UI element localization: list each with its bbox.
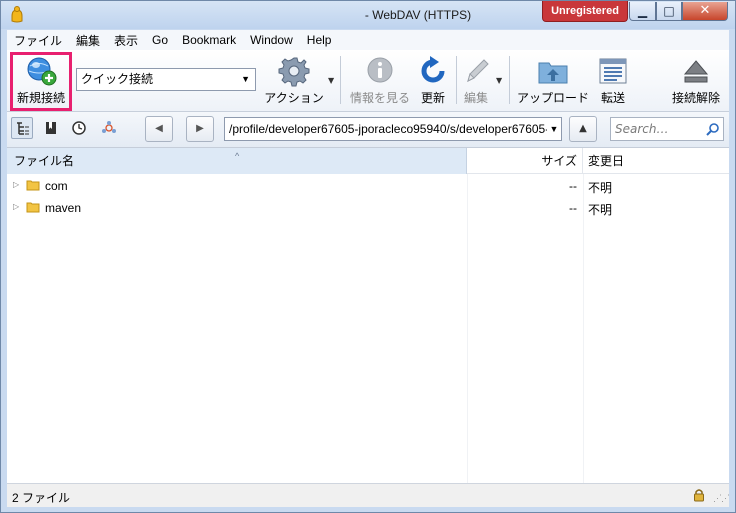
- sort-ascending-icon: ^: [235, 151, 240, 161]
- column-header-row: ^ ファイル名 サイズ 変更日: [7, 148, 729, 174]
- menu-file[interactable]: ファイル: [7, 32, 69, 49]
- column-header-size[interactable]: サイズ: [467, 148, 583, 174]
- search-input[interactable]: Search…: [610, 117, 724, 141]
- transfer-list-icon: [599, 58, 627, 84]
- file-row[interactable]: ▷ com -- 不明: [7, 175, 729, 197]
- gear-icon: [278, 57, 310, 87]
- toolbar: 新規接続 クイック接続 ▼ アクション ▼ 情報を見る 更新 編集 ▼ アップロ…: [7, 50, 729, 112]
- bonjour-icon: [102, 121, 116, 133]
- file-modified: 不明: [588, 181, 613, 195]
- upload-label: アップロード: [516, 91, 589, 105]
- file-row[interactable]: ▷ maven -- 不明: [7, 197, 729, 219]
- pencil-icon: [467, 59, 489, 82]
- file-name: com: [45, 179, 68, 193]
- action-dropdown-icon[interactable]: ▼: [328, 76, 334, 85]
- unregistered-badge[interactable]: Unregistered: [542, 1, 628, 22]
- minimize-button[interactable]: ▁: [629, 2, 656, 21]
- close-button[interactable]: ✕: [682, 2, 728, 21]
- upload-folder-icon: [538, 62, 568, 84]
- history-button[interactable]: [68, 117, 90, 139]
- menu-bar: ファイル 編集 表示 Go Bookmark Window Help: [7, 30, 729, 50]
- browser-view-button[interactable]: [11, 117, 33, 139]
- refresh-icon: [421, 56, 445, 83]
- resize-grip-icon[interactable]: ⋰⋰: [713, 493, 730, 504]
- clock-icon: [72, 121, 86, 135]
- forward-button[interactable]: ▶: [186, 116, 214, 142]
- file-modified: 不明: [588, 203, 613, 217]
- close-icon: ✕: [699, 3, 711, 18]
- edit-label: 編集: [463, 91, 488, 105]
- menu-go[interactable]: Go: [145, 33, 175, 47]
- column-header-name[interactable]: ^ ファイル名: [7, 148, 467, 174]
- toolbar-separator: [340, 56, 341, 104]
- status-bar: 2 ファイル ⋰⋰: [7, 483, 730, 507]
- column-divider: [583, 174, 584, 483]
- refresh-button[interactable]: 更新: [413, 50, 453, 110]
- expand-icon[interactable]: ▷: [13, 180, 19, 189]
- bookmark-icon: [46, 122, 56, 134]
- status-text: 2 ファイル: [12, 491, 71, 505]
- back-button[interactable]: ◀: [145, 116, 173, 142]
- menu-view[interactable]: 表示: [107, 32, 145, 49]
- chevron-down-icon: ▼: [241, 74, 250, 84]
- transfer-button[interactable]: 転送: [593, 50, 633, 110]
- eject-icon: [683, 60, 709, 83]
- toolbar-separator: [509, 56, 510, 104]
- tree-view-icon: [17, 122, 29, 135]
- navigation-bar: ◀ ▶ /profile/developer67605-jporacleco95…: [7, 112, 729, 148]
- arrow-up-icon: ▲: [579, 123, 587, 134]
- folder-icon: [26, 202, 40, 213]
- arrow-left-icon: ◀: [155, 123, 163, 134]
- upload-button[interactable]: アップロード: [514, 50, 592, 110]
- maximize-button[interactable]: □: [656, 2, 682, 21]
- maximize-icon: □: [663, 4, 675, 18]
- menu-window[interactable]: Window: [243, 33, 300, 47]
- info-icon: [367, 57, 393, 83]
- quick-connect-dropdown[interactable]: クイック接続 ▼: [76, 68, 256, 91]
- parent-directory-button[interactable]: ▲: [569, 116, 597, 142]
- minimize-icon: ▁: [637, 4, 648, 18]
- info-button[interactable]: 情報を見る: [344, 50, 416, 110]
- disconnect-label: 接続解除: [671, 91, 720, 105]
- app-window: - WebDAV (HTTPS) Unregistered ▁ □ ✕ ファイル…: [0, 0, 736, 513]
- action-button[interactable]: アクション: [259, 50, 329, 110]
- menu-edit[interactable]: 編集: [69, 32, 107, 49]
- path-dropdown[interactable]: /profile/developer67605-jporacleco95940/…: [224, 117, 562, 141]
- file-name: maven: [45, 201, 82, 215]
- edit-button[interactable]: 編集: [456, 50, 496, 110]
- folder-icon: [26, 180, 40, 191]
- chevron-down-icon: ▼: [547, 118, 561, 140]
- arrow-right-icon: ▶: [196, 123, 204, 134]
- menu-bookmark[interactable]: Bookmark: [175, 33, 243, 47]
- lock-icon: [694, 489, 704, 502]
- column-divider: [467, 174, 468, 483]
- edit-dropdown-icon[interactable]: ▼: [496, 76, 502, 85]
- new-connection-highlight: [10, 52, 72, 111]
- disconnect-button[interactable]: 接続解除: [669, 50, 723, 110]
- info-label: 情報を見る: [349, 91, 410, 105]
- bonjour-button[interactable]: [98, 117, 120, 139]
- transfer-label: 転送: [600, 91, 625, 105]
- quick-connect-label: クイック接続: [81, 72, 154, 86]
- column-header-modified[interactable]: 変更日: [583, 148, 729, 174]
- file-browser[interactable]: ^ ファイル名 サイズ 変更日 ▷ com -- 不明 ▷ maven -- 不…: [7, 148, 729, 483]
- search-placeholder: Search…: [615, 122, 669, 136]
- expand-icon[interactable]: ▷: [13, 202, 19, 211]
- file-size: --: [569, 179, 577, 193]
- menu-help[interactable]: Help: [300, 33, 339, 47]
- title-bar: - WebDAV (HTTPS) Unregistered ▁ □ ✕: [1, 1, 735, 29]
- path-value: /profile/developer67605-jporacleco95940/…: [229, 122, 561, 136]
- search-icon: [706, 123, 719, 136]
- file-size: --: [569, 201, 577, 215]
- bookmarks-button[interactable]: [40, 117, 62, 139]
- action-label: アクション: [264, 91, 324, 105]
- refresh-label: 更新: [420, 91, 445, 105]
